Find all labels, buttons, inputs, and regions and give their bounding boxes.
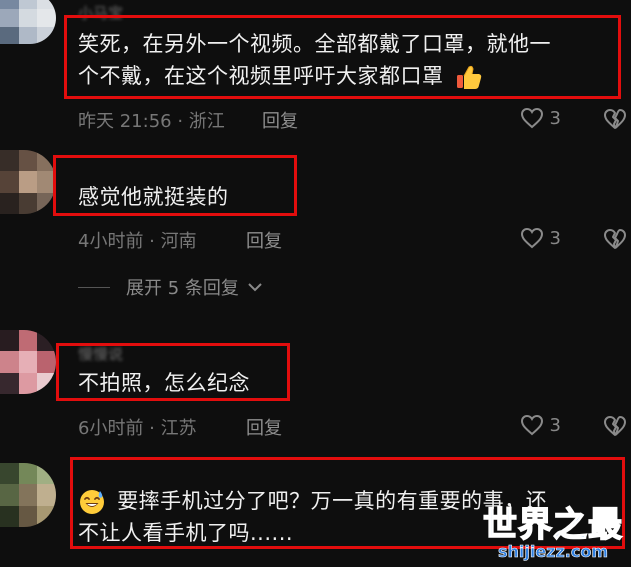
comment-meta: 6小时前 · 江苏 bbox=[78, 418, 197, 439]
comment-meta: 4小时前 · 河南 bbox=[78, 231, 197, 252]
broken-heart-icon bbox=[604, 416, 626, 436]
dislike-button[interactable] bbox=[603, 415, 627, 437]
avatar[interactable] bbox=[0, 463, 56, 527]
heart-icon bbox=[520, 414, 543, 436]
broken-heart-icon bbox=[604, 109, 626, 129]
watermark-logo: 世界之最 shijiezz.com bbox=[482, 505, 623, 561]
comment-text: 要摔手机过分了吧？万一真的有重要的事，还 bbox=[78, 485, 547, 517]
like-button[interactable]: 3 bbox=[520, 227, 561, 249]
comment-text: 不让人看手机了吗...... bbox=[78, 521, 294, 545]
watermark-domain: shijiezz.com bbox=[497, 542, 609, 561]
expand-replies-button[interactable]: 展开 5 条回复 bbox=[78, 274, 263, 300]
comment-text: 感觉他就挺装的 bbox=[78, 185, 229, 209]
comment-text: 个不戴，在这个视频里呼吁大家都口罩 bbox=[78, 60, 483, 92]
like-count: 3 bbox=[549, 107, 561, 129]
avatar[interactable] bbox=[0, 330, 56, 394]
reply-button[interactable]: 回复 bbox=[246, 227, 282, 253]
heart-icon bbox=[520, 107, 543, 129]
like-count: 3 bbox=[549, 227, 561, 249]
comment-text: 不拍照，怎么纪念 bbox=[78, 371, 250, 395]
expand-replies-label: 展开 5 条回复 bbox=[126, 278, 239, 299]
thumbs-up-icon bbox=[456, 65, 481, 89]
sweat-smile-emoji-icon bbox=[80, 490, 104, 514]
broken-heart-icon bbox=[604, 229, 626, 249]
comment-text-line: 笑死，在另外一个视频。全部都戴了口罩，就他一 bbox=[78, 32, 551, 56]
like-count: 3 bbox=[549, 414, 561, 436]
like-button[interactable]: 3 bbox=[520, 107, 561, 129]
comment-text: 笑死，在另外一个视频。全部都戴了口罩，就他一 bbox=[78, 28, 551, 60]
avatar[interactable] bbox=[0, 0, 56, 44]
watermark-title: 世界之最 bbox=[482, 505, 623, 545]
heart-icon bbox=[520, 227, 543, 249]
dislike-button[interactable] bbox=[603, 108, 627, 130]
reply-button[interactable]: 回复 bbox=[246, 414, 282, 440]
dislike-button[interactable] bbox=[603, 228, 627, 250]
like-button[interactable]: 3 bbox=[520, 414, 561, 436]
comment-meta: 昨天 21:56 · 浙江 bbox=[78, 111, 225, 132]
divider-line bbox=[78, 286, 110, 288]
comment-text-line: 个不戴，在这个视频里呼吁大家都口罩 bbox=[78, 64, 444, 88]
avatar[interactable] bbox=[0, 150, 56, 214]
reply-button[interactable]: 回复 bbox=[262, 107, 298, 133]
chevron-down-icon bbox=[248, 283, 262, 292]
